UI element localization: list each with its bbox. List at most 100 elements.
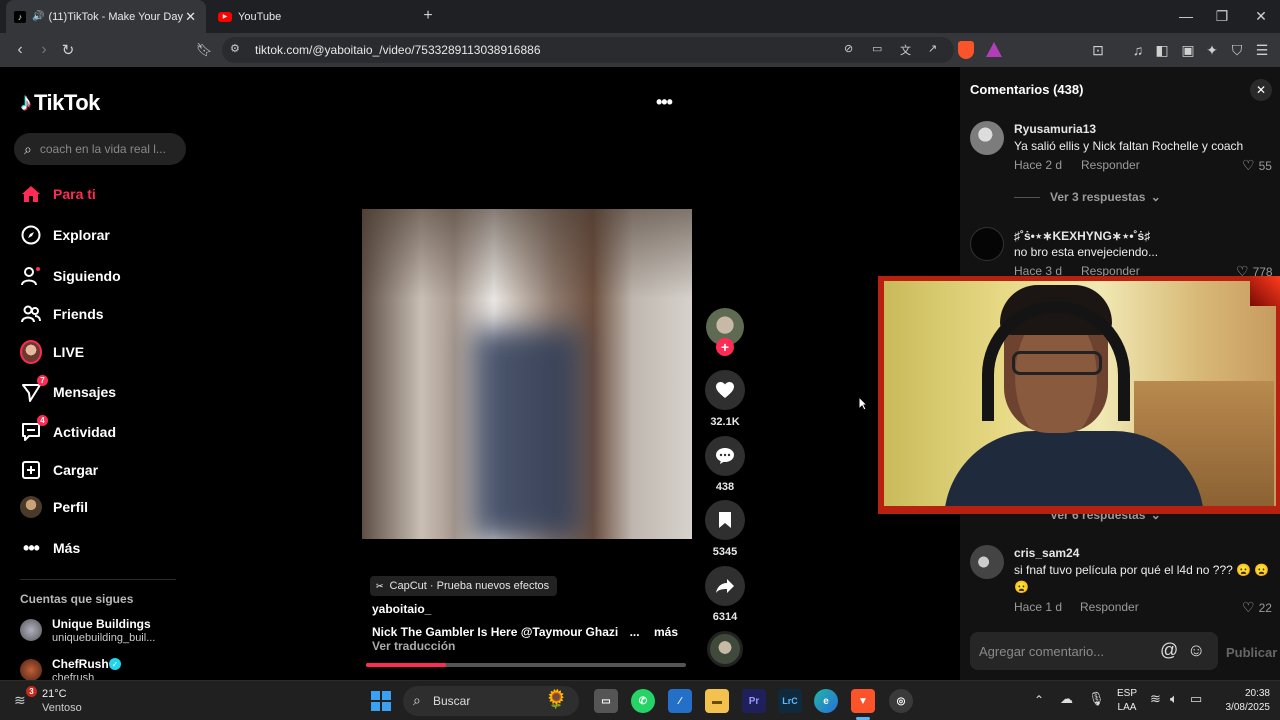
comment-like-button[interactable]: ♡ 22 [1242,599,1272,616]
bookmark-icon[interactable]: 🔖︎ [194,40,214,60]
capcut-icon: ✂ [376,580,384,591]
comment-user[interactable]: ♯˚ṡ•⋆∗KEXHYNG∗⋆•˚ṡ♯ [1014,229,1150,243]
save-button[interactable] [705,500,745,540]
cast-icon[interactable]: ▭ [872,42,882,55]
site-info-icon[interactable]: ⚙ [230,42,240,55]
onedrive-icon[interactable]: ☁ [1060,691,1073,707]
restore-icon[interactable]: ❐ [1212,6,1232,26]
nav-mensajes[interactable]: 7 Mensajes [20,375,116,403]
nav-friends[interactable]: Friends [20,303,104,325]
account-avatar [20,619,42,641]
follow-plus-icon[interactable]: + [716,338,734,356]
mention-icon[interactable]: @ [1160,640,1178,661]
emoji-icon[interactable]: ☺ [1187,640,1205,661]
nav-cargar[interactable]: Cargar [20,459,98,481]
publish-button[interactable]: Publicar [1226,645,1277,660]
forward-icon[interactable]: › [34,40,54,60]
nav-siguiendo[interactable]: Siguiendo [20,265,121,287]
tab-youtube[interactable]: ▶ YouTube [210,0,410,33]
commenter-avatar[interactable] [970,545,1004,579]
back-icon[interactable]: ‹ [10,40,30,60]
sidebar-toggle-icon[interactable]: ◧ [1152,40,1172,60]
video-options-icon[interactable]: ••• [656,92,673,113]
wifi-icon[interactable]: ≋ [1150,691,1161,707]
comment-user[interactable]: cris_sam24 [1014,546,1079,560]
close-icon[interactable]: ✕ [1251,6,1271,26]
visual-studio-code-icon[interactable]: ∕ [668,689,692,713]
following-title: Cuentas que sigues [20,592,134,606]
effect-tag[interactable]: ✂ CapCut · Prueba nuevos efectos [370,576,558,596]
share-icon[interactable]: ↗ [928,42,937,55]
comment-user[interactable]: Ryusamuria13 [1014,122,1096,136]
video-progress-fill [366,663,446,667]
clock[interactable]: 20:38 3/08/2025 [1210,687,1271,715]
tiktok-logo[interactable]: ♪ TikTok [20,89,100,117]
search-input[interactable]: ⌕ coach en la vida real l... [14,133,186,165]
view-replies-button[interactable]: Ver 3 respuestas ⌄ [1050,190,1161,204]
commenter-avatar[interactable] [970,121,1004,155]
video-author[interactable]: yaboitaio_ [372,602,431,616]
comment-input[interactable]: Agregar comentario... @ ☺ [970,632,1218,670]
start-button[interactable] [371,691,391,711]
nav-perfil[interactable]: Perfil [20,496,88,518]
commenter-avatar[interactable] [970,227,1004,261]
taskbar-search[interactable]: ⌕ Buscar 🌻 [403,686,579,716]
reply-button[interactable]: Responder [1081,158,1140,172]
translate-link[interactable]: Ver traducción [372,639,455,653]
sound-disc[interactable] [707,631,743,667]
comment-button[interactable] [705,436,745,476]
url-field[interactable]: ⚙ tiktok.com/@yaboitaio_/video/753328911… [222,37,954,63]
tab-tiktok[interactable]: ♪ 🔊 (11)TikTok - Make Your Day ✕ [6,0,206,33]
brave-shields-icon[interactable] [958,41,974,59]
reader-off-icon[interactable]: ⊘ [844,42,853,55]
caption-more-button[interactable]: más [654,625,678,639]
video-player[interactable] [362,209,692,539]
tab-close-icon[interactable]: ✕ [185,9,196,25]
leo-ai-icon[interactable]: ✦ [1202,40,1222,60]
following-account[interactable]: ChefRush ✓ chefrush [20,656,190,680]
language-indicator[interactable]: ESP LAA [1114,687,1140,715]
volume-icon[interactable]: 🔈︎ [1170,691,1178,707]
nav-mas[interactable]: ••• Más [20,537,80,559]
activity-icon: 4 [20,415,48,443]
obs-studio-icon[interactable]: ◎ [889,689,913,713]
menu-icon[interactable]: ☰ [1252,40,1272,60]
reply-button[interactable]: Responder [1080,600,1139,614]
premiere-pro-icon[interactable]: Pr [742,689,766,713]
like-count: 32.1K [710,416,740,428]
minimize-icon[interactable]: — [1176,6,1196,26]
screenshot-icon[interactable]: ⊡ [1088,40,1108,60]
task-view-icon[interactable]: ▭ [594,689,618,713]
following-account[interactable]: Unique Buildings uniquebuilding_buil... [20,616,190,648]
share-count: 6314 [712,611,738,623]
nav-actividad[interactable]: 4 Actividad [20,415,116,443]
tray-chevron-icon[interactable]: ⌃ [1034,693,1044,707]
microphone-icon[interactable]: 🎙︎ [1088,691,1105,707]
nav-explorar[interactable]: Explorar [20,224,110,246]
nav-para-ti[interactable]: Para ti [20,183,96,205]
wallet-icon[interactable]: ▣ [1178,40,1198,60]
vpn-icon[interactable]: ⛉ [1227,40,1247,60]
comment-like-button[interactable]: ♡ 55 [1242,157,1272,174]
video-progress-bar[interactable] [366,663,686,667]
lightroom-classic-icon[interactable]: LrC [778,689,802,713]
close-comments-button[interactable]: ✕ [1250,79,1272,101]
whatsapp-icon[interactable]: ✆ [631,689,655,713]
edge-icon[interactable]: e [814,689,838,713]
brave-icon[interactable]: ▼ [851,689,875,713]
weather-widget[interactable]: ≋ 3 21°C Ventoso [14,686,94,716]
share-button[interactable] [705,566,745,606]
following-icon [20,265,42,287]
brave-rewards-icon[interactable] [986,42,1002,57]
audio-playing-icon[interactable]: 🔊 [32,11,44,22]
nav-live[interactable]: LIVE [20,340,84,364]
reload-icon[interactable]: ↻ [58,40,78,60]
new-tab-button[interactable]: + [418,6,438,26]
battery-icon[interactable]: ▭ [1190,691,1202,707]
like-button[interactable] [705,370,745,410]
translate-icon[interactable]: 文 [900,42,911,58]
file-explorer-icon[interactable]: ▬ [705,689,729,713]
heart-icon [716,382,734,398]
media-icon[interactable]: ♫ [1128,40,1148,60]
tiktok-note-icon: ♪ [20,89,32,116]
